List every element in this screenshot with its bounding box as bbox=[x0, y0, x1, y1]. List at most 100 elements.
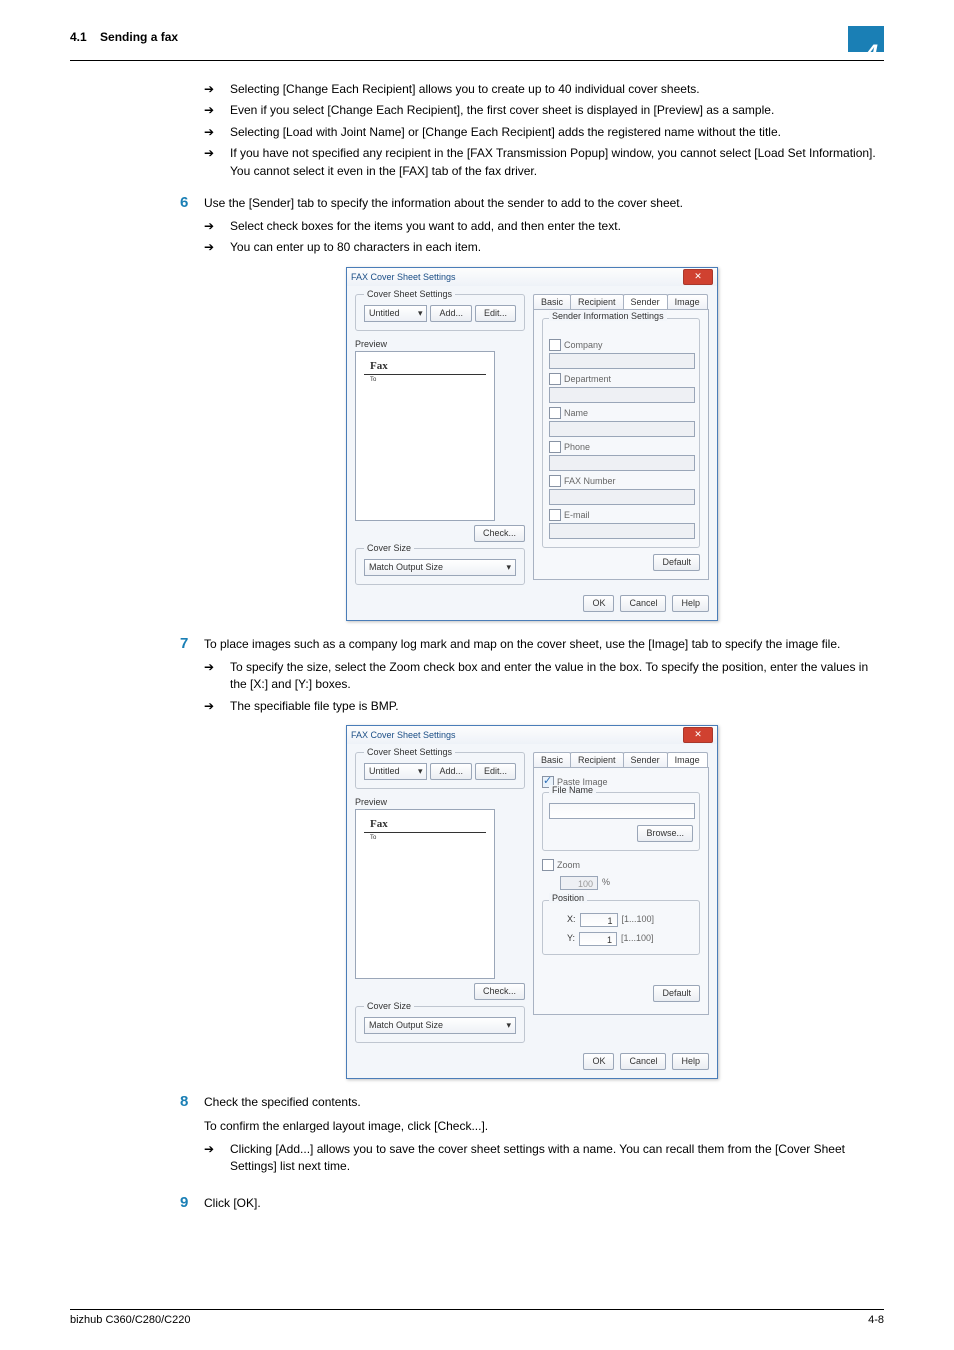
phone-checkbox[interactable] bbox=[549, 441, 561, 453]
group-title: Cover Size bbox=[364, 543, 414, 553]
name-checkbox[interactable] bbox=[549, 407, 561, 419]
tab-recipient[interactable]: Recipient bbox=[570, 294, 624, 309]
step-number: 9 bbox=[180, 1194, 204, 1212]
department-input[interactable] bbox=[549, 387, 695, 403]
add-button[interactable]: Add... bbox=[430, 763, 472, 780]
help-button[interactable]: Help bbox=[672, 595, 709, 612]
email-checkbox[interactable] bbox=[549, 509, 561, 521]
edit-button[interactable]: Edit... bbox=[475, 305, 516, 322]
y-label: Y: bbox=[567, 933, 575, 943]
department-label: Department bbox=[564, 374, 611, 384]
step-7: 7 To place images such as a company log … bbox=[180, 635, 884, 653]
step-bullet: You can enter up to 80 characters in eac… bbox=[204, 239, 884, 256]
help-button[interactable]: Help bbox=[672, 1053, 709, 1070]
filename-input[interactable] bbox=[549, 803, 695, 819]
cancel-button[interactable]: Cancel bbox=[620, 595, 666, 612]
ok-button[interactable]: OK bbox=[583, 595, 614, 612]
chapter-number: 4 bbox=[866, 40, 878, 66]
sender-info-group: Sender Information Settings Company Depa… bbox=[542, 318, 700, 548]
name-label: Name bbox=[564, 408, 588, 418]
x-label: X: bbox=[567, 914, 576, 924]
page-header: 4.1 Sending a fax 4 bbox=[70, 30, 884, 61]
tab-panel-image: ✓Paste Image File Name Browse... Zoom 10… bbox=[533, 767, 709, 1015]
name-input[interactable] bbox=[549, 421, 695, 437]
phone-input[interactable] bbox=[549, 455, 695, 471]
company-label: Company bbox=[564, 340, 603, 350]
cover-size-select[interactable]: Match Output Size▾ bbox=[364, 1017, 516, 1034]
tab-basic[interactable]: Basic bbox=[533, 294, 571, 309]
default-button[interactable]: Default bbox=[653, 985, 700, 1002]
tab-image[interactable]: Image bbox=[667, 752, 708, 767]
preview-label: Preview bbox=[355, 797, 525, 807]
section-title: Sending a fax bbox=[100, 30, 178, 44]
zoom-label: Zoom bbox=[557, 860, 580, 870]
dialog-bottom-buttons: OK Cancel Help bbox=[347, 589, 717, 620]
y-input[interactable]: 1 bbox=[579, 932, 617, 946]
step-number: 6 bbox=[180, 194, 204, 212]
preview-box: Fax To bbox=[355, 351, 495, 521]
x-range: [1...100] bbox=[622, 914, 655, 924]
tab-sender[interactable]: Sender bbox=[623, 294, 668, 309]
dialog-bottom-buttons: OK Cancel Help bbox=[347, 1047, 717, 1078]
cancel-button[interactable]: Cancel bbox=[620, 1053, 666, 1070]
step-bullet: Clicking [Add...] allows you to save the… bbox=[204, 1141, 884, 1176]
email-input[interactable] bbox=[549, 523, 695, 539]
dialog-titlebar: FAX Cover Sheet Settings ✕ bbox=[347, 726, 717, 744]
group-title: Cover Sheet Settings bbox=[364, 747, 455, 757]
step-body: Check the specified contents. bbox=[204, 1093, 884, 1111]
company-checkbox[interactable] bbox=[549, 339, 561, 351]
step-body: To place images such as a company log ma… bbox=[204, 635, 884, 653]
tabs: Basic Recipient Sender Image bbox=[533, 752, 709, 767]
step-number: 7 bbox=[180, 635, 204, 653]
tab-basic[interactable]: Basic bbox=[533, 752, 571, 767]
faxnum-checkbox[interactable] bbox=[549, 475, 561, 487]
cover-sheet-select[interactable]: Untitled▾ bbox=[364, 305, 427, 322]
tab-sender[interactable]: Sender bbox=[623, 752, 668, 767]
y-range: [1...100] bbox=[621, 933, 654, 943]
close-button[interactable]: ✕ bbox=[683, 269, 713, 285]
group-title: Position bbox=[549, 893, 587, 903]
cover-size-group: Cover Size Match Output Size▾ bbox=[355, 1006, 525, 1043]
preview-label: Preview bbox=[355, 339, 525, 349]
default-button[interactable]: Default bbox=[653, 554, 700, 571]
tab-image[interactable]: Image bbox=[667, 294, 708, 309]
cover-size-select[interactable]: Match Output Size▾ bbox=[364, 559, 516, 576]
cover-sheet-settings-group: Cover Sheet Settings Untitled▾ Add... Ed… bbox=[355, 294, 525, 331]
zoom-value[interactable]: 100 bbox=[560, 876, 598, 890]
step-bullet: To specify the size, select the Zoom che… bbox=[204, 659, 884, 694]
preview-to-text: To bbox=[370, 835, 486, 841]
browse-button[interactable]: Browse... bbox=[637, 825, 693, 842]
intro-bullet: If you have not specified any recipient … bbox=[204, 145, 884, 180]
check-button[interactable]: Check... bbox=[474, 525, 525, 542]
intro-bullet: Selecting [Change Each Recipient] allows… bbox=[204, 81, 884, 98]
check-button[interactable]: Check... bbox=[474, 983, 525, 1000]
fax-cover-dialog-image: FAX Cover Sheet Settings ✕ Cover Sheet S… bbox=[346, 725, 718, 1079]
cover-sheet-select[interactable]: Untitled▾ bbox=[364, 763, 427, 780]
faxnum-label: FAX Number bbox=[564, 476, 616, 486]
zoom-checkbox[interactable] bbox=[542, 859, 554, 871]
tab-panel-sender: Sender Information Settings Company Depa… bbox=[533, 309, 709, 580]
file-name-group: File Name Browse... bbox=[542, 792, 700, 851]
header-left: 4.1 Sending a fax bbox=[70, 30, 178, 44]
tabs: Basic Recipient Sender Image bbox=[533, 294, 709, 309]
group-title: File Name bbox=[549, 785, 596, 795]
footer-page: 4-8 bbox=[868, 1314, 884, 1326]
footer-product: bizhub C360/C280/C220 bbox=[70, 1314, 190, 1326]
step-8: 8 Check the specified contents. To confi… bbox=[180, 1093, 884, 1180]
department-checkbox[interactable] bbox=[549, 373, 561, 385]
step-number: 8 bbox=[180, 1093, 204, 1180]
dialog-title: FAX Cover Sheet Settings bbox=[351, 272, 456, 282]
preview-box: Fax To bbox=[355, 809, 495, 979]
step-body: Click [OK]. bbox=[204, 1194, 884, 1212]
edit-button[interactable]: Edit... bbox=[475, 763, 516, 780]
add-button[interactable]: Add... bbox=[430, 305, 472, 322]
step-9: 9 Click [OK]. bbox=[180, 1194, 884, 1212]
ok-button[interactable]: OK bbox=[583, 1053, 614, 1070]
x-input[interactable]: 1 bbox=[580, 913, 618, 927]
close-button[interactable]: ✕ bbox=[683, 727, 713, 743]
faxnum-input[interactable] bbox=[549, 489, 695, 505]
group-title: Cover Size bbox=[364, 1001, 414, 1011]
cover-sheet-settings-group: Cover Sheet Settings Untitled▾ Add... Ed… bbox=[355, 752, 525, 789]
company-input[interactable] bbox=[549, 353, 695, 369]
tab-recipient[interactable]: Recipient bbox=[570, 752, 624, 767]
